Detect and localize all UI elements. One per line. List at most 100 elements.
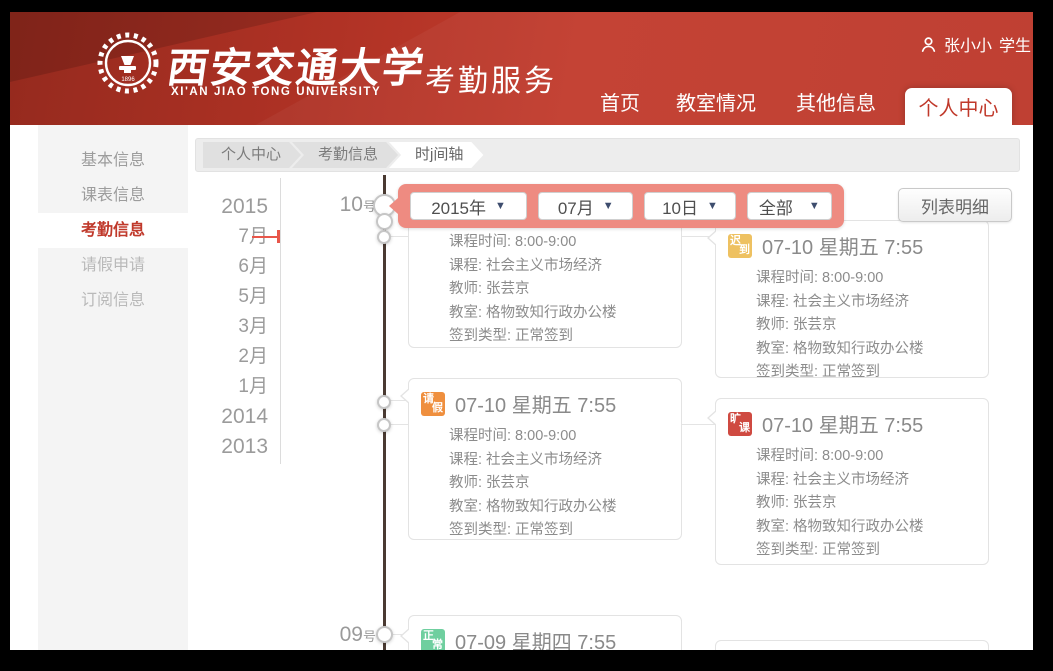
breadcrumb-timeline[interactable]: 时j间轴 (389, 142, 483, 168)
university-name-en: XI'AN JIAO TONG UNIVERSITY (171, 86, 381, 98)
card-row: 课程时间: 8:00-9:00 (449, 231, 665, 255)
sidebar-item-attendance-info[interactable]: 考勤信息 (38, 213, 188, 248)
nav-personal-center-active-tab[interactable]: 个人中心 (905, 88, 1012, 125)
sidebar: 基本信息 课表信息 考勤信息 请假申请 订阅信息 (38, 125, 188, 650)
caret-down-icon: ▼ (707, 200, 718, 212)
nav-other-info[interactable]: 其他信息 (796, 87, 876, 116)
card-row: 签到类型: 正常签到 (756, 539, 972, 563)
attendance-card: 正常 07-09 星期四 7:55 (408, 615, 682, 650)
card-title: 07-09 星期四 7:55 (455, 626, 616, 650)
scale-year[interactable]: 2015 (188, 192, 268, 222)
month-value: 07月 (558, 194, 594, 219)
leave-badge-icon: 请假 (421, 392, 445, 416)
card-row: 教师: 张芸京 (756, 314, 972, 338)
day-label-10: 10号 (324, 193, 376, 217)
type-dropdown[interactable]: 全部 ▼ (747, 192, 832, 220)
app-window: 1896 西安交通大学 XI'AN JIAO TONG UNIVERSITY 考… (10, 12, 1033, 650)
breadcrumb-attendance-info[interactable]: 考勤信息 (292, 142, 398, 168)
user-icon (920, 36, 937, 53)
card-body: 课程时间: 8:00-9:00 课程: 社会主义市场经济 教师: 张芸京 教室:… (716, 438, 988, 573)
card-row: 教师: 张芸京 (756, 492, 972, 516)
timeline-node (377, 230, 391, 244)
card-row: 课程: 社会主义市场经济 (449, 255, 665, 279)
card-row: 课程时间: 8:00-9:00 (756, 267, 972, 291)
timeline-node (377, 418, 391, 432)
caret-down-icon: ▼ (495, 200, 506, 212)
year-dropdown[interactable]: 2015年 ▼ (410, 192, 527, 220)
user-menu[interactable]: 张小小 学生 (876, 32, 1031, 56)
card-row: 课程: 社会主义市场经济 (449, 449, 665, 473)
card-row: 签到类型: 正常签到 (756, 361, 972, 385)
card-row: 签到类型: 正常签到 (449, 519, 665, 543)
card-row: 教室: 格物致知行政办公楼 (449, 496, 665, 520)
scale-year[interactable]: 2014 (188, 402, 268, 432)
nav-home[interactable]: 首页 (600, 87, 640, 116)
year-value: 2015年 (431, 194, 486, 219)
breadcrumb: 个人中心 考勤信息 时j间轴 (195, 138, 1020, 172)
university-name-cn: 西安交通大学 (164, 34, 430, 94)
card-header: 旷课 07-10 星期五 7:55 (716, 399, 988, 438)
scale-month[interactable]: 6月 (188, 252, 268, 282)
scale-month[interactable]: 1月 (188, 372, 268, 402)
card-row: 签到类型: 正常签到 (449, 325, 665, 349)
card-row: 教师: 张芸京 (449, 278, 665, 302)
timeline-scale: 2015 7月 6月 5月 3月 2月 1月 2014 2013 (188, 192, 268, 462)
attendance-card-partial (715, 640, 989, 650)
late-badge-icon: 迟到 (728, 234, 752, 258)
timeline-node (376, 213, 393, 230)
scale-month[interactable]: 5月 (188, 282, 268, 312)
timeline-node (377, 395, 391, 409)
scale-month[interactable]: 2月 (188, 342, 268, 372)
app-title: 考勤服务 (425, 56, 557, 100)
card-title: 07-10 星期五 7:55 (762, 409, 923, 438)
card-row: 课程: 社会主义市场经济 (756, 291, 972, 315)
card-row: 教师: 张芸京 (449, 472, 665, 496)
list-detail-button[interactable]: 列表明细 (898, 188, 1012, 222)
card-row: 教室: 格物致知行政办公楼 (449, 302, 665, 326)
screenshot-frame: 1896 西安交通大学 XI'AN JIAO TONG UNIVERSITY 考… (0, 0, 1053, 671)
breadcrumb-personal-center[interactable]: 个人中心 (203, 142, 301, 168)
type-value: 全部 (759, 194, 793, 219)
timeline-line (383, 175, 386, 650)
sidebar-item-subscription-info[interactable]: 订阅信息 (38, 283, 188, 318)
card-header: 正常 07-09 星期四 7:55 (409, 616, 681, 650)
sidebar-item-schedule-info[interactable]: 课表信息 (38, 178, 188, 213)
timeline-filter-bar: 2015年 ▼ 07月 ▼ 10日 ▼ 全部 ▼ (398, 184, 844, 228)
card-header: 请假 07-10 星期五 7:55 (409, 379, 681, 418)
attendance-card: 请假 07-10 星期五 7:55 课程时间: 8:00-9:00 课程: 社会… (408, 378, 682, 540)
normal-badge-icon: 正常 (421, 629, 445, 651)
timeline-mini-axis (280, 178, 281, 464)
card-title: 07-10 星期五 7:55 (762, 231, 923, 260)
scale-month[interactable]: 3月 (188, 312, 268, 342)
card-title: 07-10 星期五 7:55 (455, 389, 616, 418)
caret-down-icon: ▼ (809, 200, 820, 212)
attendance-card: 迟到 07-10 星期五 7:55 课程时间: 8:00-9:00 课程: 社会… (715, 220, 989, 378)
day-value: 10日 (662, 194, 698, 219)
day-dropdown[interactable]: 10日 ▼ (644, 192, 735, 220)
sidebar-item-basic-info[interactable]: 基本信息 (38, 143, 188, 178)
xjtu-logo: 1896 (96, 31, 160, 95)
caret-down-icon: ▼ (603, 200, 614, 212)
app-header: 1896 西安交通大学 XI'AN JIAO TONG UNIVERSITY 考… (10, 12, 1033, 125)
day-label-09: 09号 (324, 623, 376, 647)
card-row: 教室: 格物致知行政办公楼 (756, 338, 972, 362)
month-dropdown[interactable]: 07月 ▼ (538, 192, 633, 220)
scale-year[interactable]: 2013 (188, 432, 268, 462)
gear-emblem-icon: 1896 (96, 31, 160, 95)
card-body: 课程时间: 8:00-9:00 课程: 社会主义市场经济 教师: 张芸京 教室:… (409, 418, 681, 553)
user-role: 学生 (999, 32, 1031, 56)
svg-text:1896: 1896 (121, 77, 135, 83)
user-name: 张小小 (944, 32, 992, 56)
current-month-marker (252, 236, 280, 238)
current-month-marker-tick (277, 230, 280, 243)
card-row: 课程: 社会主义市场经济 (756, 469, 972, 493)
nav-classrooms[interactable]: 教室情况 (676, 87, 756, 116)
absent-badge-icon: 旷课 (728, 412, 752, 436)
card-row: 课程时间: 8:00-9:00 (449, 425, 665, 449)
attendance-card: 旷课 07-10 星期五 7:55 课程时间: 8:00-9:00 课程: 社会… (715, 398, 989, 565)
card-row: 教室: 格物致知行政办公楼 (756, 516, 972, 540)
card-row: 课程时间: 8:00-9:00 (756, 445, 972, 469)
card-body: 课程时间: 8:00-9:00 课程: 社会主义市场经济 教师: 张芸京 教室:… (716, 260, 988, 395)
timeline-node (376, 626, 393, 643)
sidebar-item-leave-request[interactable]: 请假申请 (38, 248, 188, 283)
